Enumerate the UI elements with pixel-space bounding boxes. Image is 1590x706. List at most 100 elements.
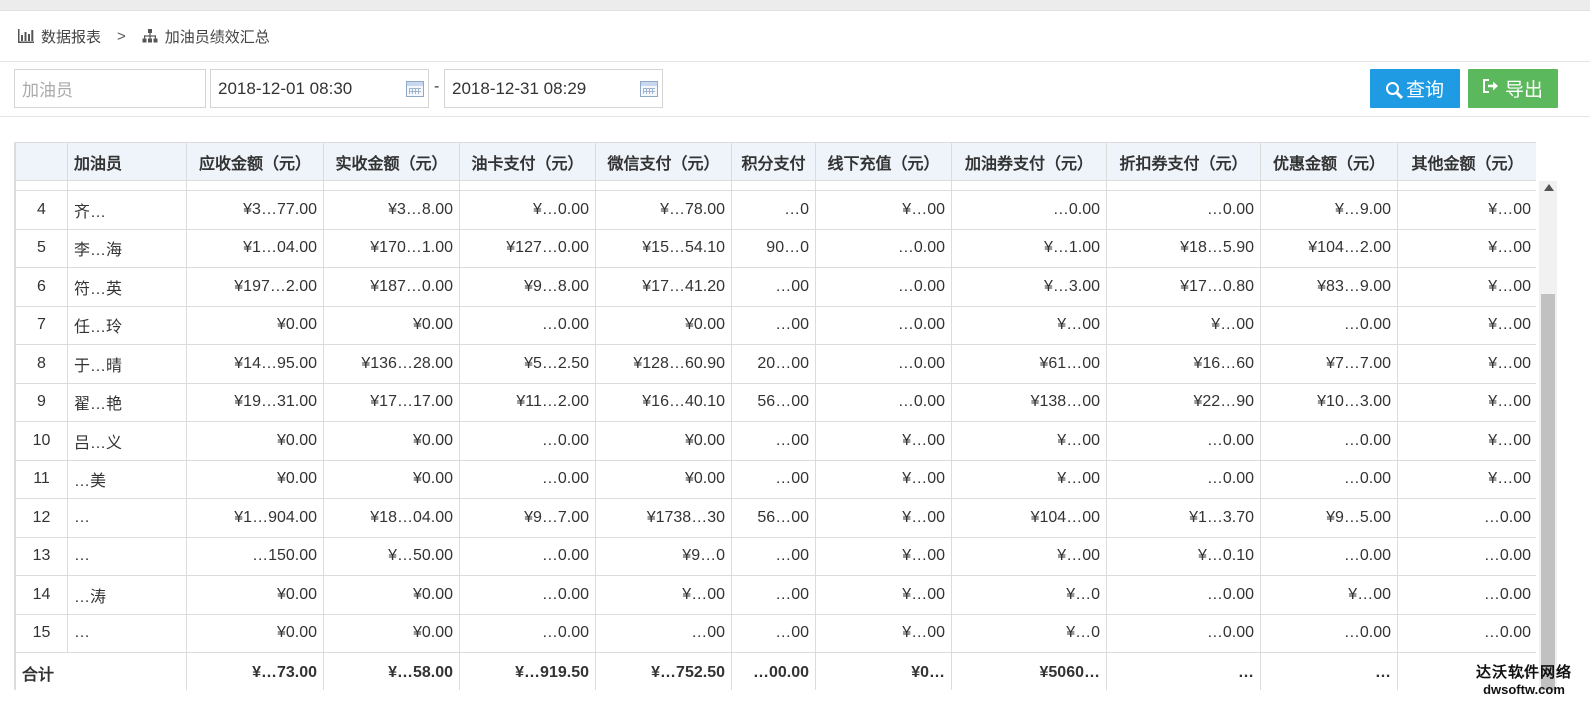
amount-cell: ¥9…7.00	[459, 498, 596, 538]
query-button-label: 查询	[1405, 80, 1444, 101]
total-label-cell: 合计	[15, 652, 187, 690]
amount-cell: …00	[731, 421, 816, 461]
amount-cell: ¥…0	[951, 613, 1107, 653]
amount-cell: ¥…00	[815, 421, 952, 461]
table-total-row: 合计 ¥…73.00 ¥…58.00 ¥…919.50 ¥…752.50 …00.00 ¥0…	[15, 652, 1536, 690]
attendant-name-cell: 翟…艳	[67, 382, 187, 422]
table-row[interactable]: 10 吕…义 ¥0.00 ¥0.00 …0.00 ¥0.00 …00 ¥…00 ¥…00 …0.0…	[15, 421, 1536, 461]
data-grid: 加油员 应收金额（元） 实收金额（元） 油卡支付（元） 微信支付（元） 积分支付 线下充值（…	[14, 142, 1536, 690]
attendant-name-cell: …	[67, 498, 187, 538]
row-index-cell: 14	[15, 575, 68, 615]
attendant-name-cell: 吕…义	[67, 421, 187, 461]
breadcrumb-parent-link[interactable]: 数据报表	[41, 26, 101, 47]
export-button[interactable]: 导出	[1468, 69, 1558, 108]
amount-cell: ¥3…77.00	[186, 190, 324, 230]
amount-cell: …0.00	[815, 228, 952, 268]
amount-cell: …0.00	[1106, 190, 1261, 230]
performance-table: 加油员 应收金额（元） 实收金额（元） 油卡支付（元） 微信支付（元） 积分支付 线下充值（…	[15, 142, 1536, 690]
table-row[interactable]: 4 齐… ¥3…77.00 ¥3…8.00 ¥…0.00 ¥…78.00 …0 ¥…00 …0.…	[15, 190, 1536, 230]
bar-chart-icon	[18, 29, 36, 43]
amount-cell: ¥…00	[595, 575, 732, 615]
amount-cell: ¥…1.00	[951, 228, 1107, 268]
amount-cell: ¥1…04.00	[186, 228, 324, 268]
amount-cell: ¥…00	[1397, 344, 1536, 384]
end-time-value: 2018-12-31 08:29	[452, 78, 587, 98]
amount-cell: …0.00	[815, 305, 952, 345]
attendant-name-cell: …	[67, 613, 187, 653]
amount-cell: ¥…00	[815, 575, 952, 615]
total-amount-cell: …00.00	[731, 652, 816, 690]
table-row[interactable]: 12… ¥1…904.00 ¥18…04.00 ¥9…7.00 ¥1738…30 56…0…	[15, 498, 1536, 538]
amount-cell: …0.00	[459, 575, 596, 615]
amount-cell: …0.00	[815, 382, 952, 422]
amount-cell: …150.00	[186, 536, 324, 576]
table-row[interactable]: 13… …150.00 ¥…50.00 …0.00 ¥9…0 …00 ¥…00 ¥…00 ¥…0…	[15, 536, 1536, 576]
amount-cell: ¥…00	[1397, 190, 1536, 230]
total-amount-cell: ¥…919.50	[459, 652, 596, 690]
amount-cell: …0.00	[1260, 459, 1398, 499]
amount-cell: ¥…00	[1397, 421, 1536, 461]
amount-cell: ¥0.00	[323, 421, 460, 461]
table-row[interactable]: 14 …涛 ¥0.00 ¥0.00 …0.00 ¥…00 …00 ¥…00 ¥…0 …0.00 ¥……	[15, 575, 1536, 615]
amount-cell: …00	[731, 575, 816, 615]
attendant-name-cell: …涛	[67, 575, 187, 615]
amount-cell: ¥17…0.80	[1106, 267, 1261, 307]
attendant-name-cell: 符…英	[67, 267, 187, 307]
column-header: 加油券支付（元）	[951, 142, 1107, 181]
amount-cell: ¥9…5.00	[1260, 498, 1398, 538]
amount-cell: …0.00	[1106, 459, 1261, 499]
column-header: 应收金额（元）	[186, 142, 324, 181]
sitemap-icon	[142, 29, 160, 43]
amount-cell: …0.00	[1260, 613, 1398, 653]
table-row[interactable]: 5 李…海 ¥1…04.00 ¥170…1.00 ¥127…0.00 ¥15…54.10 9…	[15, 228, 1536, 268]
amount-cell: ¥1…904.00	[186, 498, 324, 538]
end-time-input[interactable]: 2018-12-31 08:29	[444, 69, 663, 108]
amount-cell: ¥…00	[815, 536, 952, 576]
start-time-value: 2018-12-01 08:30	[218, 78, 353, 98]
sign-out-icon	[1482, 79, 1499, 98]
amount-cell: …00	[731, 267, 816, 307]
amount-cell: ¥0.00	[595, 459, 732, 499]
start-time-input[interactable]: 2018-12-01 08:30	[210, 69, 429, 108]
amount-cell: ¥…00	[951, 459, 1107, 499]
table-row[interactable]: 9 翟…艳 ¥19…31.00 ¥17…17.00 ¥11…2.00 ¥16…40.10 5…	[15, 382, 1536, 422]
calendar-icon[interactable]	[640, 81, 658, 97]
amount-cell: ¥22…90	[1106, 382, 1261, 422]
attendant-input[interactable]: 加油员	[14, 69, 206, 108]
column-header: 加油员	[67, 142, 187, 181]
column-header: 线下充值（元）	[815, 142, 952, 181]
amount-cell: ¥136…28.00	[323, 344, 460, 384]
amount-cell: ¥…00	[815, 190, 952, 230]
amount-cell: ¥0.00	[186, 613, 324, 653]
table-row[interactable]: 11 …美 ¥0.00 ¥0.00 …0.00 ¥0.00 …00 ¥…00 ¥…00 …0.00…	[15, 459, 1536, 499]
table-row[interactable]: 6 符…英 ¥197…2.00 ¥187…0.00 ¥9…8.00 ¥17…41.20 …0…	[15, 267, 1536, 307]
scroll-up-arrow-icon[interactable]	[1544, 184, 1554, 191]
watermark-title: 达沃软件网络	[1475, 664, 1572, 681]
row-index-cell: 11	[15, 459, 68, 499]
amount-cell: ¥170…1.00	[323, 228, 460, 268]
amount-cell: …0	[731, 190, 816, 230]
amount-cell: 90…0	[731, 228, 816, 268]
amount-cell: ¥17…17.00	[323, 382, 460, 422]
table-row[interactable]: 8 于…晴 ¥14…95.00 ¥136…28.00 ¥5…2.50 ¥128…60.90…	[15, 344, 1536, 384]
calendar-icon[interactable]	[406, 81, 424, 97]
query-button[interactable]: 查询	[1370, 69, 1460, 108]
amount-cell: ¥9…0	[595, 536, 732, 576]
amount-cell: ¥16…40.10	[595, 382, 732, 422]
table-row[interactable]: 15… ¥0.00 ¥0.00 …0.00 …00 …00 ¥…00 ¥…0 …0.00 …0.0…	[15, 613, 1536, 653]
amount-cell: …0.00	[459, 613, 596, 653]
amount-cell: ¥…00	[1397, 382, 1536, 422]
table-row[interactable]: 7 任…玲 ¥0.00 ¥0.00 …0.00 ¥0.00 …00 …0.00 ¥…00 ¥…00…	[15, 305, 1536, 345]
table-header-row: 加油员 应收金额（元） 实收金额（元） 油卡支付（元） 微信支付（元） 积分支付 线下充值（…	[15, 142, 1536, 181]
amount-cell: 56…00	[731, 498, 816, 538]
amount-cell: ¥104…2.00	[1260, 228, 1398, 268]
row-index-cell: 7	[15, 305, 68, 345]
amount-cell: ¥104…00	[951, 498, 1107, 538]
amount-cell: …0.00	[1260, 536, 1398, 576]
column-header-index	[15, 142, 68, 181]
amount-cell: ¥…00	[951, 421, 1107, 461]
amount-cell: …0.00	[1260, 305, 1398, 345]
scrollbar-thumb[interactable]	[1541, 294, 1555, 690]
amount-cell: …0.00	[1397, 575, 1536, 615]
amount-cell: ¥…78.00	[595, 190, 732, 230]
